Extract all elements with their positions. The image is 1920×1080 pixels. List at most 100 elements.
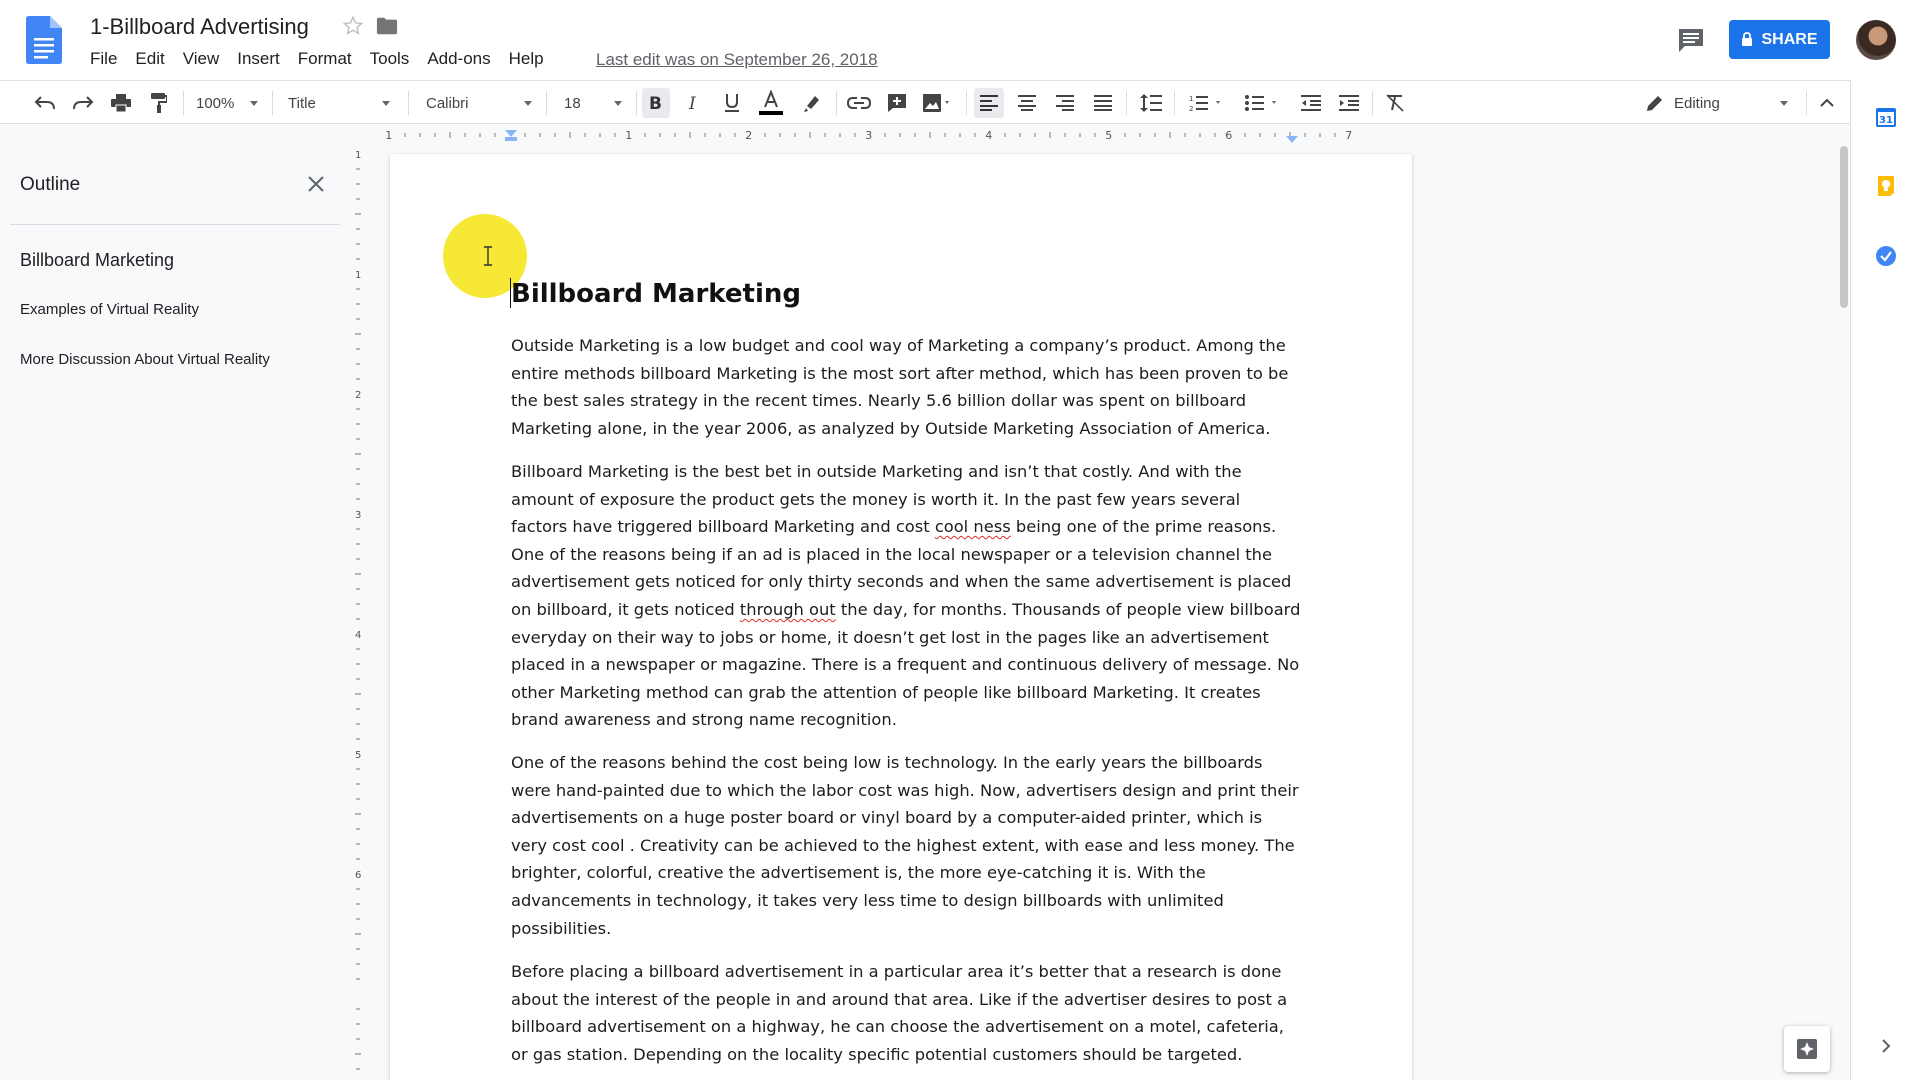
- zoom-value: 100%: [196, 94, 235, 112]
- first-line-indent-marker[interactable]: [505, 130, 517, 137]
- share-button[interactable]: SHARE: [1729, 20, 1830, 59]
- paint-format-icon: [151, 93, 167, 113]
- font-size-select[interactable]: 18: [564, 81, 626, 125]
- vertical-scrollbar[interactable]: [1838, 146, 1850, 1080]
- print-button[interactable]: [106, 81, 136, 125]
- insert-comment-button[interactable]: [882, 81, 912, 125]
- link-icon: [847, 97, 871, 109]
- style-value: Title: [288, 94, 316, 112]
- increase-indent-button[interactable]: [1334, 81, 1364, 125]
- body-paragraph[interactable]: One of the reasons behind the cost being…: [511, 749, 1301, 942]
- outline-divider: [10, 224, 340, 225]
- italic-icon: I: [688, 95, 696, 111]
- outline-item-more-discussion-vr[interactable]: More Discussion About Virtual Reality: [20, 351, 270, 368]
- right-indent-marker[interactable]: [1286, 136, 1298, 143]
- toolbar: 100% Title Calibri 18 B I 1 2 Editing: [0, 80, 1850, 124]
- font-select[interactable]: Calibri: [426, 81, 536, 125]
- decrease-indent-button[interactable]: [1296, 81, 1326, 125]
- explore-icon: [1797, 1039, 1817, 1059]
- image-icon: [923, 94, 949, 112]
- body-paragraph[interactable]: Before placing a billboard advertisement…: [511, 958, 1301, 1068]
- text-color-button[interactable]: [756, 81, 786, 125]
- justify-button[interactable]: [1088, 81, 1118, 125]
- tasks-icon[interactable]: [1875, 245, 1897, 267]
- underline-button[interactable]: [718, 81, 746, 125]
- ruler-label: 1: [385, 129, 392, 142]
- chevron-right-icon[interactable]: [1879, 1036, 1893, 1056]
- menu-view[interactable]: View: [174, 49, 229, 69]
- paint-format-button[interactable]: [144, 81, 174, 125]
- close-icon[interactable]: [306, 174, 326, 194]
- document-heading[interactable]: Billboard Marketing: [511, 279, 801, 309]
- body-paragraph[interactable]: Outside Marketing is a low budget and co…: [511, 332, 1301, 442]
- editing-mode-select[interactable]: Editing: [1646, 81, 1792, 125]
- text-cursor-icon: [484, 246, 492, 266]
- body-paragraph[interactable]: Billboard Marketing is the best bet in o…: [511, 458, 1301, 734]
- font-size-value: 18: [564, 94, 581, 112]
- align-left-button[interactable]: [974, 88, 1004, 118]
- avatar[interactable]: [1856, 20, 1896, 60]
- highlight-button[interactable]: [796, 81, 826, 125]
- collapse-menus-button[interactable]: [1812, 81, 1842, 125]
- document-title[interactable]: 1-Billboard Advertising: [90, 14, 309, 40]
- undo-button[interactable]: [30, 81, 60, 125]
- svg-text:B: B: [649, 95, 662, 111]
- outline-panel: Outline Billboard Marketing Examples of …: [0, 124, 350, 1080]
- clear-formatting-icon: [1386, 94, 1404, 112]
- style-select[interactable]: Title: [288, 81, 394, 125]
- highlight-icon: [804, 96, 819, 112]
- menu-insert[interactable]: Insert: [228, 49, 289, 69]
- horizontal-ruler[interactable]: 1 1 2 3 4 5 6 7: [380, 124, 1410, 146]
- bulleted-list-button[interactable]: [1240, 81, 1286, 125]
- text-color-icon: [759, 90, 783, 115]
- menu-tools[interactable]: Tools: [361, 49, 419, 69]
- docs-app: 1-Billboard Advertising File Edit View I…: [0, 0, 1920, 1080]
- increase-indent-icon: [1339, 95, 1359, 111]
- folder-icon[interactable]: [376, 16, 398, 36]
- redo-button[interactable]: [68, 81, 98, 125]
- line-spacing-button[interactable]: [1136, 81, 1166, 125]
- ruler-label: 5: [355, 750, 361, 761]
- outline-item-billboard-marketing[interactable]: Billboard Marketing: [20, 250, 174, 271]
- insert-image-button[interactable]: [918, 81, 958, 125]
- side-panel: [1850, 80, 1920, 1080]
- last-edit-link[interactable]: Last edit was on September 26, 2018: [596, 50, 878, 70]
- keep-icon[interactable]: [1875, 175, 1897, 197]
- clear-formatting-button[interactable]: [1380, 81, 1410, 125]
- scrollbar-thumb[interactable]: [1840, 146, 1848, 308]
- insert-comment-icon: [888, 94, 906, 112]
- left-indent-marker[interactable]: [505, 137, 517, 141]
- explore-button[interactable]: [1784, 1026, 1830, 1072]
- comments-icon[interactable]: [1677, 27, 1705, 53]
- ruler-label: 1: [355, 150, 361, 161]
- numbered-list-button[interactable]: 12: [1184, 81, 1230, 125]
- link-button[interactable]: [844, 81, 874, 125]
- align-right-button[interactable]: [1050, 81, 1080, 125]
- share-label: SHARE: [1761, 30, 1818, 48]
- editing-mode-label: Editing: [1674, 94, 1720, 112]
- bulleted-list-icon: [1245, 95, 1276, 111]
- pencil-icon: [1647, 96, 1662, 111]
- menu-file[interactable]: File: [90, 49, 126, 69]
- title-bar: 1-Billboard Advertising File Edit View I…: [0, 0, 1920, 80]
- print-icon: [111, 94, 131, 112]
- align-center-icon: [1018, 95, 1036, 111]
- menu-edit[interactable]: Edit: [126, 49, 173, 69]
- menu-format[interactable]: Format: [289, 49, 361, 69]
- bold-button[interactable]: B: [642, 88, 670, 118]
- misspelled-word[interactable]: through out: [740, 600, 836, 619]
- ruler-label: 4: [355, 630, 361, 641]
- italic-button[interactable]: I: [680, 81, 708, 125]
- menu-addons[interactable]: Add-ons: [418, 49, 499, 69]
- outline-item-examples-vr[interactable]: Examples of Virtual Reality: [20, 301, 199, 318]
- align-center-button[interactable]: [1012, 81, 1042, 125]
- menu-help[interactable]: Help: [500, 49, 553, 69]
- docs-logo-icon[interactable]: [26, 16, 62, 64]
- svg-text:31: 31: [1879, 115, 1893, 126]
- calendar-icon[interactable]: 31: [1875, 106, 1897, 128]
- star-icon[interactable]: [342, 15, 364, 37]
- misspelled-word[interactable]: cool ness: [935, 517, 1011, 536]
- justify-icon: [1094, 95, 1112, 111]
- zoom-select[interactable]: 100%: [196, 81, 262, 125]
- vertical-ruler[interactable]: 1 1 2 3 4 5 6: [350, 146, 366, 1080]
